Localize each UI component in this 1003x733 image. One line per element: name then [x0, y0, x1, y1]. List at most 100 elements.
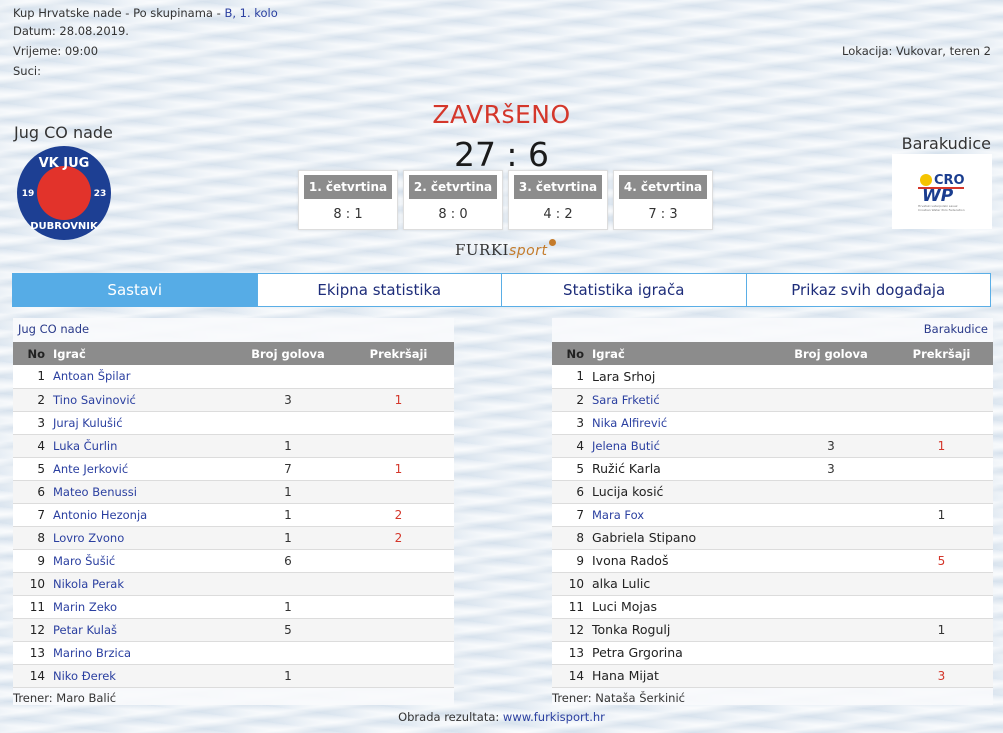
tab-ekipna-statistika[interactable]: Ekipna statistika	[256, 273, 502, 307]
player-fouls	[343, 411, 454, 435]
footer-link[interactable]: www.furkisport.hr	[503, 710, 605, 724]
table-row: 1 Antoan Špilar	[13, 365, 454, 389]
player-name: Ružić Karla	[592, 461, 661, 476]
player-goals: 3	[233, 388, 343, 412]
player-name-cell: Gabriela Stipano	[592, 526, 772, 550]
table-row: 14 Hana Mijat 3	[552, 664, 993, 688]
ball-icon	[548, 239, 556, 246]
col-fouls: Prekršaji	[343, 342, 454, 365]
col-no: No	[552, 342, 592, 365]
player-fouls	[343, 664, 454, 688]
table-row: 4 Luka Čurlin 1	[13, 434, 454, 458]
player-goals	[772, 526, 890, 550]
tab-prikaz-dogadaja[interactable]: Prikaz svih događaja	[745, 273, 991, 307]
tab-statistika-igraca[interactable]: Statistika igrača	[501, 273, 747, 307]
player-fouls	[343, 572, 454, 596]
away-logo-caption: Hrvatski vaterpolski savez Croatian Wate…	[918, 204, 965, 212]
player-name-cell: Antoan Špilar	[53, 365, 233, 389]
home-lineup-panel: Jug CO nade No Igrač Broj golova Prekrša…	[13, 318, 454, 705]
player-name-link[interactable]: Antonio Hezonja	[53, 508, 147, 522]
competition-name: Kup Hrvatske nade - Po skupinama -	[13, 6, 225, 20]
player-number: 13	[552, 641, 592, 665]
player-name-link[interactable]: Lovro Zvono	[53, 531, 124, 545]
player-goals	[772, 664, 890, 688]
player-name-cell: Jelena Butić	[592, 434, 772, 458]
player-fouls: 1	[890, 503, 993, 527]
player-name-link[interactable]: Nika Alfirević	[592, 416, 667, 430]
player-fouls	[890, 641, 993, 665]
player-name-link[interactable]: Luka Čurlin	[53, 439, 117, 453]
round-link[interactable]: B, 1. kolo	[224, 6, 277, 20]
player-name-cell: Juraj Kulušić	[53, 411, 233, 435]
home-team-logo[interactable]: VK JUG 19 23 DUBROVNIK	[16, 145, 112, 241]
player-goals	[233, 411, 343, 435]
player-name-link[interactable]: Jelena Butić	[592, 439, 660, 453]
table-row: 5 Ružić Karla 3	[552, 457, 993, 481]
quarter-box-3: 3. četvrtina 4 : 2	[508, 170, 608, 230]
player-number: 10	[552, 572, 592, 596]
quarter-score: 8 : 0	[438, 207, 468, 222]
home-logo-bottom-text: DUBROVNIK	[30, 221, 99, 232]
player-number: 11	[552, 595, 592, 619]
player-name-link[interactable]: Niko Đerek	[53, 669, 116, 683]
home-logo-top-text: VK JUG	[39, 156, 90, 171]
player-number: 7	[13, 503, 53, 527]
table-row: 11 Luci Mojas	[552, 595, 993, 619]
player-goals: 3	[772, 434, 890, 458]
footer-label: Obrada rezultata:	[398, 710, 503, 724]
col-no: No	[13, 342, 53, 365]
match-status: ZAVRšENO	[432, 100, 571, 129]
player-name-link[interactable]: Ante Jerković	[53, 462, 128, 476]
away-lineup-table: No Igrač Broj golova Prekršaji 1 Lara Srh…	[552, 342, 993, 688]
match-score: 27 : 6	[453, 135, 550, 174]
furkisport-logo[interactable]: FURKIsport	[455, 239, 556, 259]
player-fouls: 1	[343, 388, 454, 412]
away-team-logo[interactable]: CRO WP Hrvatski vaterpolski savez Croati…	[892, 154, 992, 229]
table-row: 6 Lucija kosić	[552, 480, 993, 504]
player-name-link[interactable]: Juraj Kulušić	[53, 416, 123, 430]
player-goals	[772, 503, 890, 527]
away-lineup-body: 1 Lara Srhoj 2 Sara Frketić 3 Nika Alfirević 4…	[552, 365, 993, 688]
player-name-cell: Nika Alfirević	[592, 411, 772, 435]
player-number: 9	[552, 549, 592, 573]
player-fouls	[343, 549, 454, 573]
table-row: 8 Lovro Zvono 1 2	[13, 526, 454, 550]
player-number: 7	[552, 503, 592, 527]
table-row: 5 Ante Jerković 7 1	[13, 457, 454, 481]
player-goals	[772, 411, 890, 435]
player-name-cell: Marino Brzica	[53, 641, 233, 665]
footer: Obrada rezultata: www.furkisport.hr	[0, 710, 1003, 724]
player-number: 1	[552, 365, 592, 389]
away-panel-title: Barakudice	[923, 322, 988, 336]
player-name-link[interactable]: Maro Šušić	[53, 554, 115, 568]
player-fouls	[890, 365, 993, 389]
home-lineup-body: 1 Antoan Špilar 2 Tino Savinović 3 1 3 Juraj Ku…	[13, 365, 454, 688]
player-name-link[interactable]: Marino Brzica	[53, 646, 131, 660]
player-name-cell: Lara Srhoj	[592, 365, 772, 389]
player-name-link[interactable]: Mateo Benussi	[53, 485, 137, 499]
player-goals	[772, 480, 890, 504]
player-name-link[interactable]: Mara Fox	[592, 508, 644, 522]
quarter-label: 3. četvrtina	[514, 175, 602, 199]
table-row: 3 Nika Alfirević	[552, 411, 993, 435]
player-name-link[interactable]: Sara Frketić	[592, 393, 660, 407]
quarter-label: 4. četvrtina	[619, 175, 707, 199]
player-name-link[interactable]: Antoan Špilar	[53, 369, 130, 383]
table-row: 12 Petar Kulaš 5	[13, 618, 454, 642]
player-name-link[interactable]: Petar Kulaš	[53, 623, 117, 637]
tab-bar: Sastavi Ekipna statistika Statistika igr…	[12, 273, 991, 307]
player-fouls	[890, 526, 993, 550]
player-name-link[interactable]: Tino Savinović	[53, 393, 136, 407]
player-name-cell: Niko Đerek	[53, 664, 233, 688]
player-name-link[interactable]: Nikola Perak	[53, 577, 124, 591]
player-name-cell: Nikola Perak	[53, 572, 233, 596]
player-number: 1	[13, 365, 53, 389]
player-name-cell: Ante Jerković	[53, 457, 233, 481]
tab-sastavi[interactable]: Sastavi	[12, 273, 258, 307]
player-goals	[772, 618, 890, 642]
player-fouls	[890, 411, 993, 435]
player-name-cell: Petra Grgorina	[592, 641, 772, 665]
player-fouls	[890, 388, 993, 412]
table-row: 9 Maro Šušić 6	[13, 549, 454, 573]
player-name-link[interactable]: Marin Zeko	[53, 600, 117, 614]
